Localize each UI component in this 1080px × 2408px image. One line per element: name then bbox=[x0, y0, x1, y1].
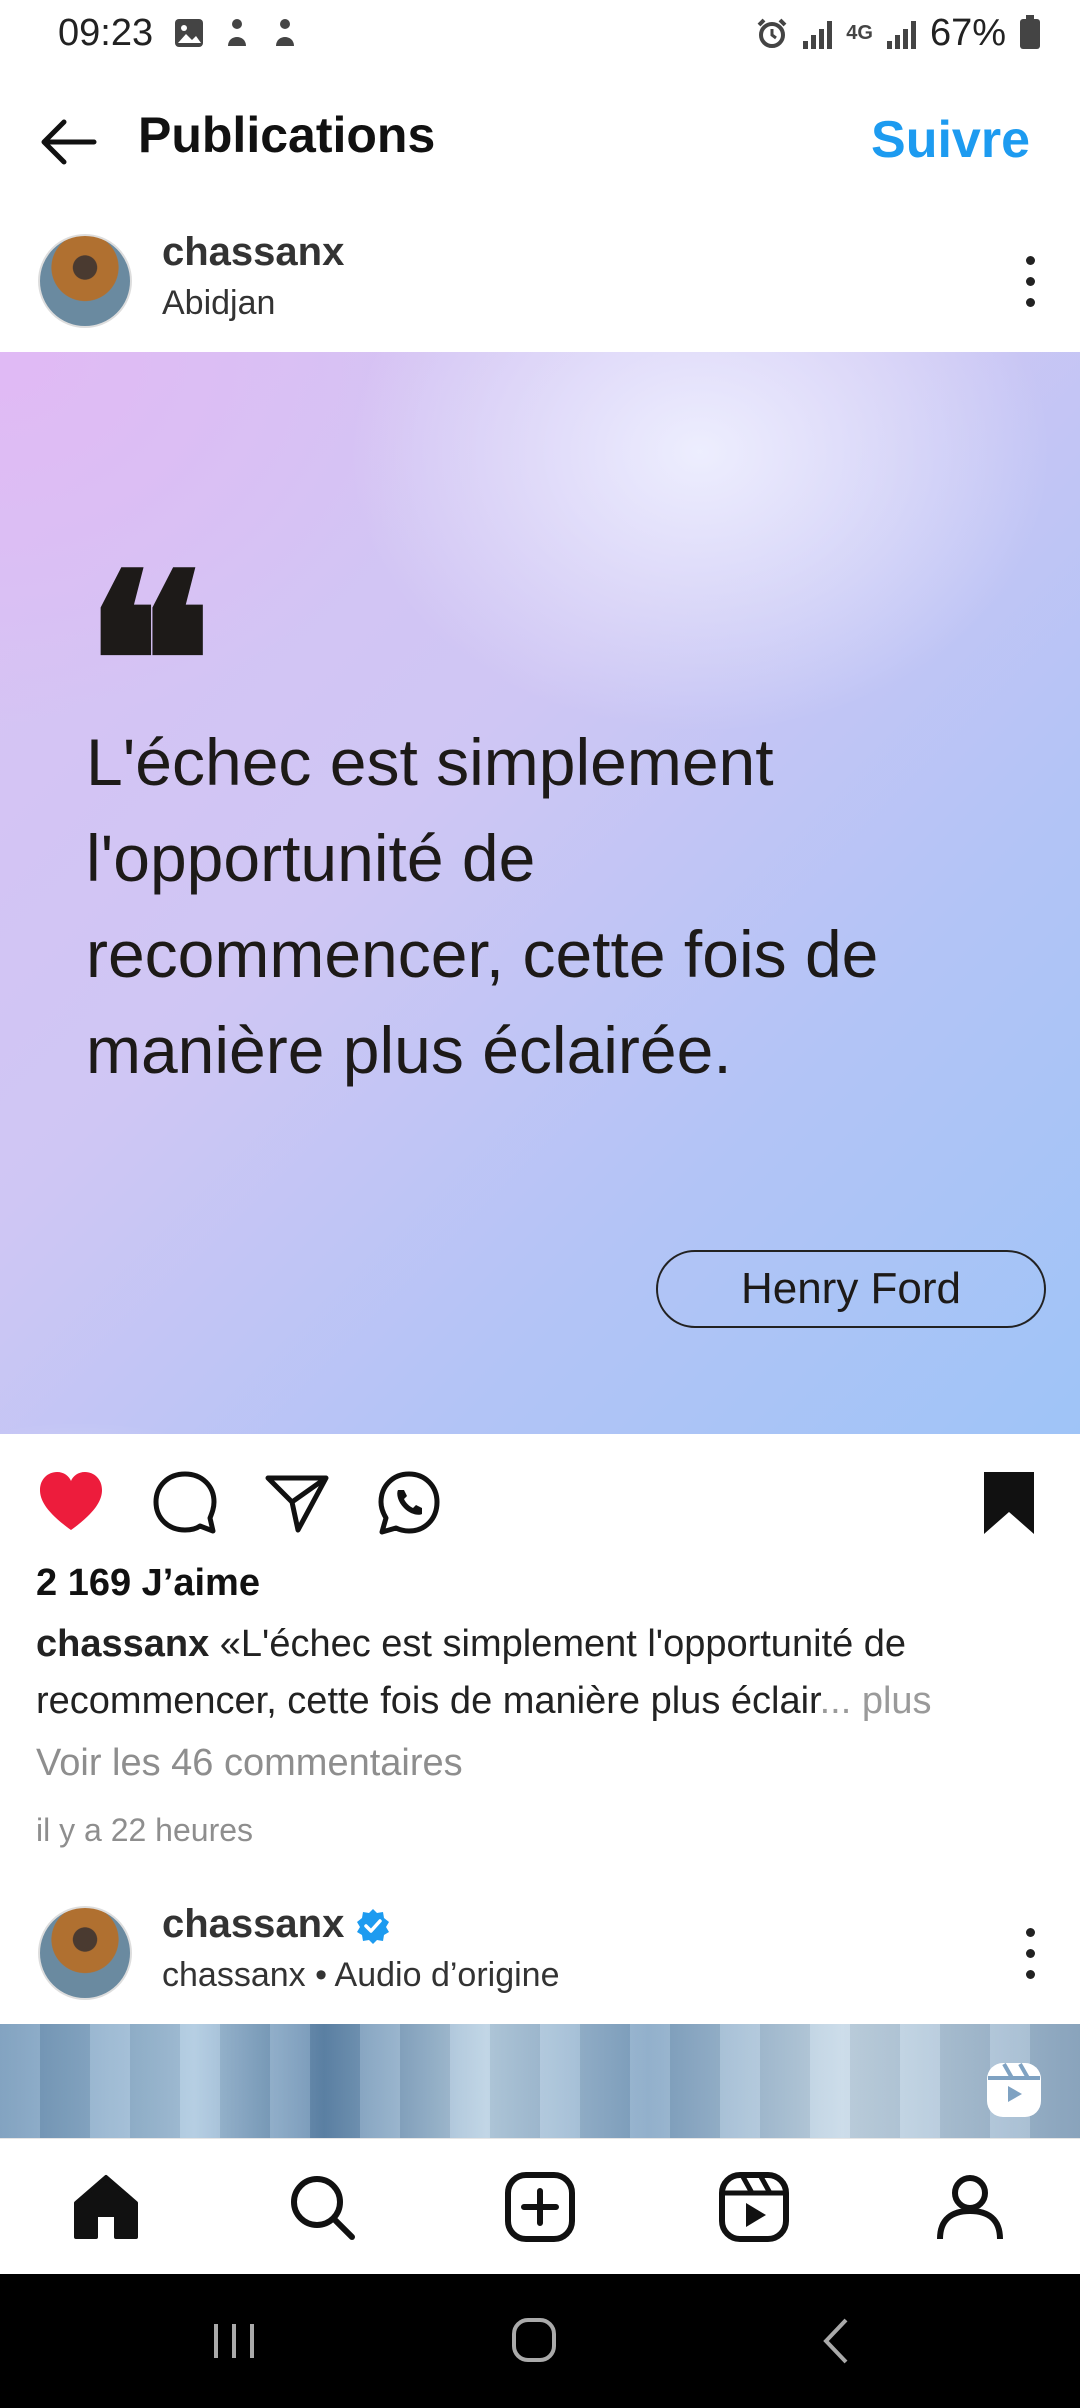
gallery-notification-icon bbox=[175, 19, 203, 47]
system-navigation-bar bbox=[0, 2274, 1080, 2408]
next-post-reel-preview[interactable] bbox=[0, 2024, 1080, 2138]
next-post-audio[interactable]: chassanx • Audio d’origine bbox=[162, 1956, 560, 1995]
app-notification-icon bbox=[228, 19, 246, 46]
search-icon[interactable] bbox=[286, 2171, 358, 2243]
quote-author: Henry Ford bbox=[656, 1250, 1046, 1328]
bottom-navigation bbox=[0, 2138, 1080, 2275]
like-heart-icon[interactable] bbox=[36, 1468, 106, 1538]
recent-apps-icon[interactable] bbox=[204, 2316, 264, 2366]
alarm-icon bbox=[757, 18, 787, 48]
page-title: Publications bbox=[138, 107, 436, 163]
signal-icon-2 bbox=[886, 19, 916, 49]
next-post-username-text: chassanx bbox=[162, 1902, 345, 1946]
create-post-icon[interactable] bbox=[504, 2171, 576, 2243]
next-post-header: chassanx chassanx • Audio d’origine bbox=[0, 1888, 1080, 2018]
post-timestamp: il y a 22 heures bbox=[36, 1812, 254, 1848]
likes-count[interactable]: 2 169 J’aime bbox=[36, 1562, 260, 1605]
follow-button[interactable]: Suivre bbox=[871, 110, 1030, 170]
avatar[interactable] bbox=[38, 1906, 132, 2000]
more-options-icon[interactable] bbox=[1020, 256, 1040, 316]
post-location[interactable]: Abidjan bbox=[162, 284, 275, 323]
avatar[interactable] bbox=[38, 234, 132, 328]
more-options-icon[interactable] bbox=[1020, 1928, 1040, 1988]
post-caption[interactable]: chassanx «L'échec est simplement l'oppor… bbox=[36, 1616, 1046, 1730]
profile-icon[interactable] bbox=[934, 2171, 1006, 2243]
view-comments-link[interactable]: Voir les 46 commentaires bbox=[36, 1742, 463, 1785]
save-bookmark-icon[interactable] bbox=[974, 1468, 1044, 1538]
network-type: 4G bbox=[846, 22, 873, 44]
app-notification-icon-2 bbox=[276, 19, 294, 46]
post-header: chassanx Abidjan bbox=[0, 216, 1080, 346]
back-button-icon[interactable] bbox=[808, 2316, 868, 2366]
comment-icon[interactable] bbox=[150, 1468, 220, 1538]
next-post-username[interactable]: chassanx bbox=[162, 1902, 392, 1947]
home-button-icon[interactable] bbox=[504, 2316, 564, 2366]
post-username[interactable]: chassanx bbox=[162, 230, 344, 275]
post-image[interactable]: ❝ L'échec est simplement l'opportunité d… bbox=[0, 352, 1080, 1434]
status-right: 4G 67% bbox=[755, 12, 1040, 55]
post-actions bbox=[0, 1458, 1080, 1558]
signal-icon bbox=[803, 19, 833, 49]
home-icon[interactable] bbox=[70, 2171, 142, 2243]
status-bar: 09:23 4G 67% bbox=[0, 0, 1080, 72]
whatsapp-icon[interactable] bbox=[374, 1468, 444, 1538]
battery-percent: 67% bbox=[929, 12, 1006, 54]
caption-more[interactable]: ... plus bbox=[820, 1680, 932, 1722]
verified-badge-icon bbox=[357, 1909, 390, 1945]
reels-badge-icon bbox=[987, 2063, 1041, 2117]
quote-text: L'échec est simplement l'opportunité de … bbox=[86, 725, 879, 1087]
status-time: 09:23 bbox=[58, 12, 154, 54]
battery-icon bbox=[1020, 14, 1040, 49]
notification-icons bbox=[172, 16, 302, 50]
share-send-icon[interactable] bbox=[262, 1468, 332, 1538]
back-arrow-icon[interactable] bbox=[36, 110, 100, 174]
reels-icon[interactable] bbox=[718, 2171, 790, 2243]
caption-username[interactable]: chassanx bbox=[36, 1623, 209, 1665]
top-bar: Publications Suivre bbox=[0, 80, 1080, 200]
